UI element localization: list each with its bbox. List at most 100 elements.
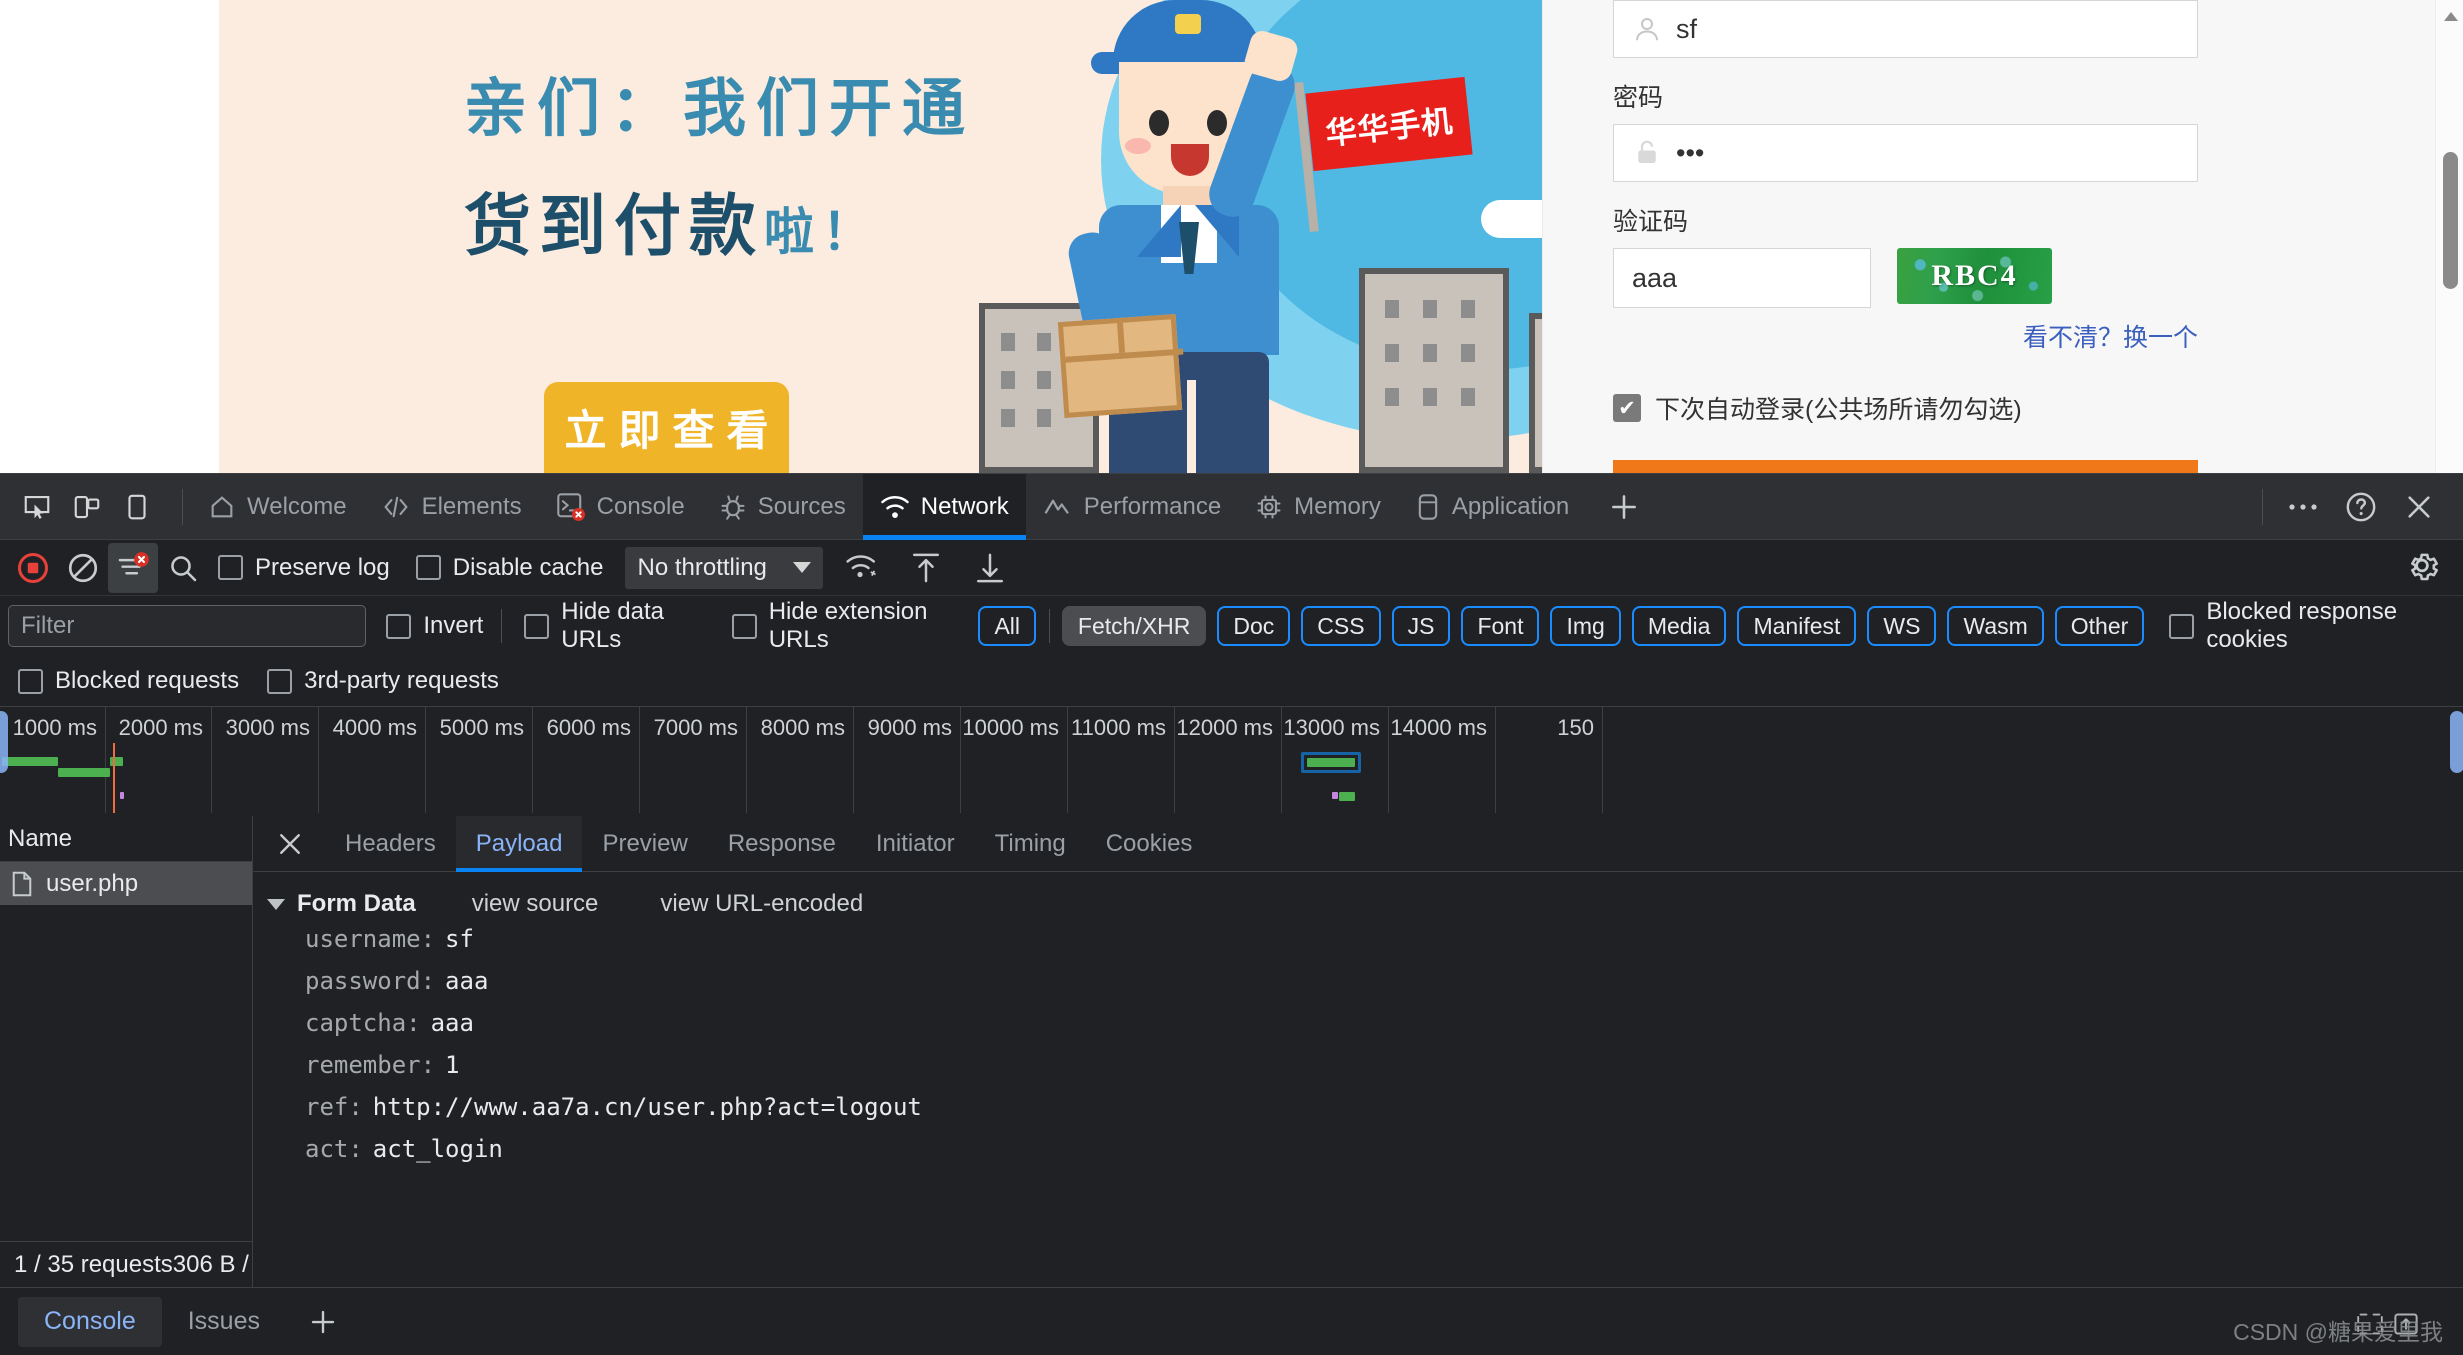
tab-elements[interactable]: Elements xyxy=(364,474,539,540)
tab-welcome[interactable]: Welcome xyxy=(191,474,364,540)
promo-banner[interactable]: 亲们：我们开通 货到付款啦！ 立即查看 华华手机 xyxy=(219,0,1542,473)
request-list-header[interactable]: Name xyxy=(0,816,252,862)
blocked-response-cookies-checkbox[interactable]: Blocked response cookies xyxy=(2169,598,2447,654)
hide-extension-urls-box[interactable] xyxy=(731,613,757,639)
export-har-icon[interactable] xyxy=(965,543,1015,593)
disable-cache-box[interactable] xyxy=(415,555,441,580)
detail-tab-payload[interactable]: Payload xyxy=(455,815,583,872)
detail-tab-cookies[interactable]: Cookies xyxy=(1086,816,1213,872)
filter-chip-css[interactable]: CSS xyxy=(1301,606,1381,646)
view-source-link[interactable]: view source xyxy=(472,890,599,918)
scroll-up-arrow-icon[interactable] xyxy=(2444,12,2458,21)
disclosure-triangle-icon[interactable] xyxy=(267,898,285,910)
page-scrollbar[interactable] xyxy=(2435,0,2463,473)
view-url-encoded-link[interactable]: view URL-encoded xyxy=(660,890,863,918)
preserve-log-box[interactable] xyxy=(218,555,243,580)
filter-chip-media[interactable]: Media xyxy=(1631,606,1727,646)
network-settings-icon[interactable] xyxy=(2403,546,2441,589)
tab-sources[interactable]: Sources xyxy=(702,474,863,540)
table-row[interactable]: user.php xyxy=(0,862,252,905)
inspect-element-icon[interactable] xyxy=(14,484,60,530)
captcha-refresh-link[interactable]: 看不清？换一个 xyxy=(1613,318,2198,354)
timeline-tick-label: 7000 ms xyxy=(653,715,738,740)
drawer-tab-console[interactable]: Console xyxy=(18,1296,162,1347)
throttling-dropdown[interactable]: No throttling xyxy=(625,546,823,589)
detail-tab-headers[interactable]: Headers xyxy=(325,816,456,872)
banner-cta-button[interactable]: 立即查看 xyxy=(544,382,789,473)
device-toolbar-icon[interactable] xyxy=(64,484,110,530)
filter-chip-js[interactable]: JS xyxy=(1391,606,1451,646)
timeline-request-bar xyxy=(110,757,123,766)
search-icon[interactable] xyxy=(158,543,208,593)
actions-divider xyxy=(2262,488,2263,525)
blocked-requests-box[interactable] xyxy=(18,668,43,694)
hide-data-urls-checkbox[interactable]: Hide data URLs xyxy=(524,598,705,654)
clear-button[interactable] xyxy=(58,543,108,593)
filter-chip-all[interactable]: All xyxy=(978,606,1037,646)
more-options-icon[interactable] xyxy=(2277,481,2329,533)
blocked-response-cookies-box[interactable] xyxy=(2169,613,2195,639)
record-button[interactable] xyxy=(8,543,58,593)
filter-chip-manifest[interactable]: Manifest xyxy=(1737,606,1857,646)
form-data-value: aaa xyxy=(430,1009,474,1037)
remember-me-row[interactable]: ✔ 下次自动登录(公共场所请勿勾选) xyxy=(1613,390,2198,426)
filter-chip-img[interactable]: Img xyxy=(1550,606,1621,646)
preserve-log-checkbox[interactable]: Preserve log xyxy=(218,554,390,582)
invert-box[interactable] xyxy=(386,613,412,639)
third-party-requests-box[interactable] xyxy=(267,668,293,694)
detail-tab-preview[interactable]: Preview xyxy=(582,816,707,872)
password-field[interactable]: ••• xyxy=(1613,124,2198,182)
timeline-grip-right[interactable] xyxy=(2450,711,2463,773)
invert-checkbox[interactable]: Invert xyxy=(386,612,483,640)
filter-input[interactable]: Filter xyxy=(8,605,367,647)
toggle-sidebar-icon[interactable] xyxy=(114,484,160,530)
close-devtools-icon[interactable] xyxy=(2393,481,2445,533)
filter-chip-wasm[interactable]: Wasm xyxy=(1947,606,2044,646)
filter-chip-ws[interactable]: WS xyxy=(1867,606,1937,646)
tab-performance[interactable]: Performance xyxy=(1026,474,1238,540)
detail-tab-timing[interactable]: Timing xyxy=(975,816,1086,872)
timeline-request-bar xyxy=(1307,758,1355,767)
blush-left xyxy=(1125,138,1151,154)
form-data-entry: act: act_login xyxy=(267,1128,2463,1170)
disable-cache-checkbox[interactable]: Disable cache xyxy=(415,554,603,582)
eye-right xyxy=(1207,110,1227,136)
scrollbar-thumb[interactable] xyxy=(2443,152,2458,289)
remember-checkbox[interactable]: ✔ xyxy=(1613,394,1641,422)
timeline-grip-left[interactable] xyxy=(0,711,8,773)
username-field[interactable]: sf xyxy=(1613,0,2198,58)
hide-extension-urls-checkbox[interactable]: Hide extension URLs xyxy=(731,598,963,654)
captcha-image[interactable]: RBC4 xyxy=(1897,248,2052,304)
filter-chip-fetch-xhr[interactable]: Fetch/XHR xyxy=(1061,606,1207,646)
third-party-requests-checkbox[interactable]: 3rd-party requests xyxy=(267,667,499,695)
tab-memory[interactable]: Memory xyxy=(1238,474,1398,540)
add-panel-button[interactable] xyxy=(1586,491,1662,523)
request-detail-tabs: Headers Payload Preview Response Initiat… xyxy=(253,815,2463,872)
timeline-selected-request[interactable] xyxy=(1301,752,1361,773)
wifi-icon xyxy=(881,495,909,518)
filter-chip-other[interactable]: Other xyxy=(2054,606,2145,646)
tab-network[interactable]: Network xyxy=(862,473,1026,540)
form-data-section-header[interactable]: Form Data view source view URL-encoded xyxy=(267,890,2463,918)
filter-chip-doc[interactable]: Doc xyxy=(1217,606,1291,646)
filter-chip-font[interactable]: Font xyxy=(1461,606,1540,646)
network-conditions-icon[interactable] xyxy=(837,543,887,593)
timeline-tick-label: 1000 ms xyxy=(12,715,97,740)
filter-toggle-button[interactable] xyxy=(108,542,158,593)
drawer-add-tab-button[interactable] xyxy=(286,1307,360,1337)
captcha-input[interactable]: aaa xyxy=(1613,248,1871,308)
help-icon[interactable] xyxy=(2335,481,2387,533)
import-har-icon[interactable] xyxy=(901,543,951,593)
login-submit-button[interactable] xyxy=(1613,460,2198,473)
banner-headline-line1: 亲们：我们开通 xyxy=(464,72,975,145)
hide-data-urls-box[interactable] xyxy=(524,613,550,639)
detail-tab-initiator[interactable]: Initiator xyxy=(856,816,975,872)
detail-tab-response[interactable]: Response xyxy=(708,816,856,872)
tab-application[interactable]: Application xyxy=(1398,474,1586,540)
tab-console[interactable]: Console xyxy=(539,474,702,540)
close-detail-icon[interactable] xyxy=(267,821,313,867)
banner-illustration: 华华手机 xyxy=(919,0,1542,473)
network-overview-timeline[interactable]: 1000 ms 2000 ms 3000 ms 4000 ms 5000 ms … xyxy=(0,706,2463,813)
drawer-tab-issues[interactable]: Issues xyxy=(162,1297,286,1347)
blocked-requests-checkbox[interactable]: Blocked requests xyxy=(18,667,239,695)
